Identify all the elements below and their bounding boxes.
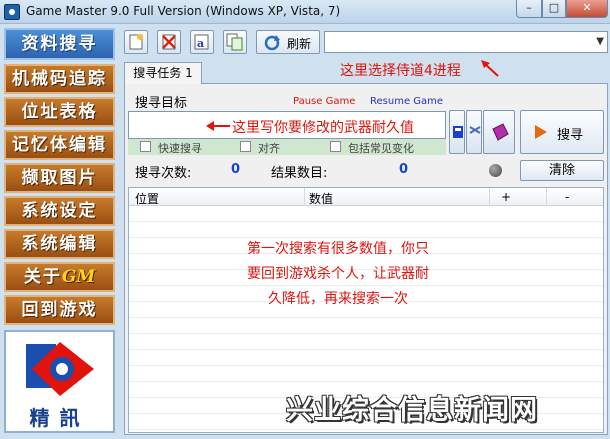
close-button[interactable]: ✕: [566, 0, 608, 18]
app-icon: [4, 4, 20, 20]
sidebar-item-capture-image[interactable]: 撷取图片: [4, 163, 115, 193]
window-title: Game Master 9.0 Full Version (Windows XP…: [26, 4, 341, 18]
copy-icon: [226, 33, 243, 51]
fast-search-checkbox[interactable]: [140, 141, 151, 152]
result-count-value: 0: [399, 162, 409, 177]
process-hint-annotation: 这里选择侍道4进程: [340, 63, 461, 79]
search-count-value: 0: [231, 162, 241, 177]
refresh-label: 刷新: [287, 37, 312, 51]
instruction-line: 久降低，再来搜索一次: [268, 291, 408, 307]
value-type-icon: [453, 126, 463, 138]
column-divider: [546, 188, 547, 206]
arrow-icon: [481, 60, 499, 77]
search-target-label: 搜寻目标: [135, 96, 188, 111]
input-hint-annotation: 这里写你要修改的武器耐久值: [232, 120, 414, 136]
include-changes-label: 包括常见变化: [348, 142, 414, 155]
sidebar-item-about[interactable]: 关于GM: [4, 262, 115, 292]
sidebar-item-system-edit[interactable]: 系统编辑: [4, 229, 115, 259]
sidebar-item-code-trace[interactable]: 机械码追踪: [4, 64, 115, 94]
maximize-button[interactable]: □: [542, 0, 566, 18]
column-divider: [304, 188, 305, 206]
status-indicator: [489, 164, 502, 177]
title-bar: Game Master 9.0 Full Version (Windows XP…: [0, 0, 610, 24]
column-minus[interactable]: -: [565, 190, 569, 204]
refresh-button[interactable]: 刷新: [256, 30, 320, 54]
play-icon: [535, 125, 547, 139]
tab-search-task-1[interactable]: 搜寻任务 1: [124, 62, 202, 84]
result-count-label: 结果数目:: [271, 166, 328, 181]
fast-search-label: 快速搜寻: [158, 142, 202, 155]
about-label: 关于: [23, 267, 62, 287]
sidebar-item-data-search[interactable]: 资料搜寻: [4, 28, 115, 60]
brand-logo-icon: [26, 342, 94, 396]
sidebar-item-memory-edit[interactable]: 记忆体编辑: [4, 130, 115, 160]
compare-button[interactable]: [466, 110, 482, 154]
rename-task-button[interactable]: a: [190, 30, 214, 54]
sidebar-item-back-to-game[interactable]: 回到游戏: [4, 295, 115, 325]
instruction-line: 要回到游戏杀个人，让武器耐: [247, 266, 429, 282]
delete-task-button[interactable]: [157, 30, 181, 54]
results-header: 位置 数值 + -: [129, 188, 603, 206]
instructions-annotation: 第一次搜索有很多数值，你只 要回到游戏杀个人，让武器耐 久降低，再来搜索一次: [208, 237, 468, 312]
watermark: 兴业综合信息新闻网: [286, 395, 538, 426]
refresh-icon: [264, 35, 280, 51]
brand-logo-text: 精訊: [29, 406, 90, 430]
svg-text:a: a: [197, 37, 204, 50]
brand-logo: 精訊: [4, 330, 115, 433]
align-label: 对齐: [258, 142, 280, 155]
column-divider: [489, 188, 490, 206]
column-plus[interactable]: +: [501, 190, 511, 204]
book-icon: [492, 123, 509, 141]
delete-icon: [162, 34, 176, 50]
compare-icon: [469, 126, 481, 134]
value-type-button[interactable]: [449, 110, 465, 154]
search-options: 快速搜寻 对齐 包括常见变化: [128, 139, 446, 155]
gm-logo-text: GM: [61, 267, 96, 287]
instruction-line: 第一次搜索有很多数值，你只: [247, 241, 429, 257]
column-address[interactable]: 位置: [135, 190, 159, 207]
new-task-icon: [129, 34, 143, 50]
clear-button[interactable]: 清除: [520, 160, 604, 181]
options-button[interactable]: [483, 110, 515, 154]
toolbar: a 刷新 ▼: [124, 28, 608, 56]
sidebar: 资料搜寻 机械码追踪 位址表格 记忆体编辑 撷取图片 系统设定 系统编辑 关于G…: [4, 28, 115, 435]
minimize-button[interactable]: –: [516, 0, 542, 18]
chevron-down-icon: ▼: [596, 36, 604, 47]
include-changes-checkbox[interactable]: [330, 141, 341, 152]
align-checkbox[interactable]: [240, 141, 251, 152]
column-value[interactable]: 数值: [309, 190, 333, 207]
process-select[interactable]: ▼: [324, 31, 608, 53]
search-button-label: 搜寻: [557, 128, 584, 143]
sidebar-item-system-settings[interactable]: 系统设定: [4, 196, 115, 226]
text-edit-icon: a: [194, 34, 209, 50]
search-button[interactable]: 搜寻: [520, 110, 604, 154]
resume-game-link[interactable]: Resume Game: [370, 96, 443, 107]
new-task-button[interactable]: [124, 30, 148, 54]
sidebar-item-address-table[interactable]: 位址表格: [4, 97, 115, 127]
copy-task-button[interactable]: [223, 30, 247, 54]
pause-game-link[interactable]: Pause Game: [293, 96, 355, 107]
arrow-icon: [206, 121, 230, 131]
search-count-label: 搜寻次数:: [135, 166, 192, 181]
